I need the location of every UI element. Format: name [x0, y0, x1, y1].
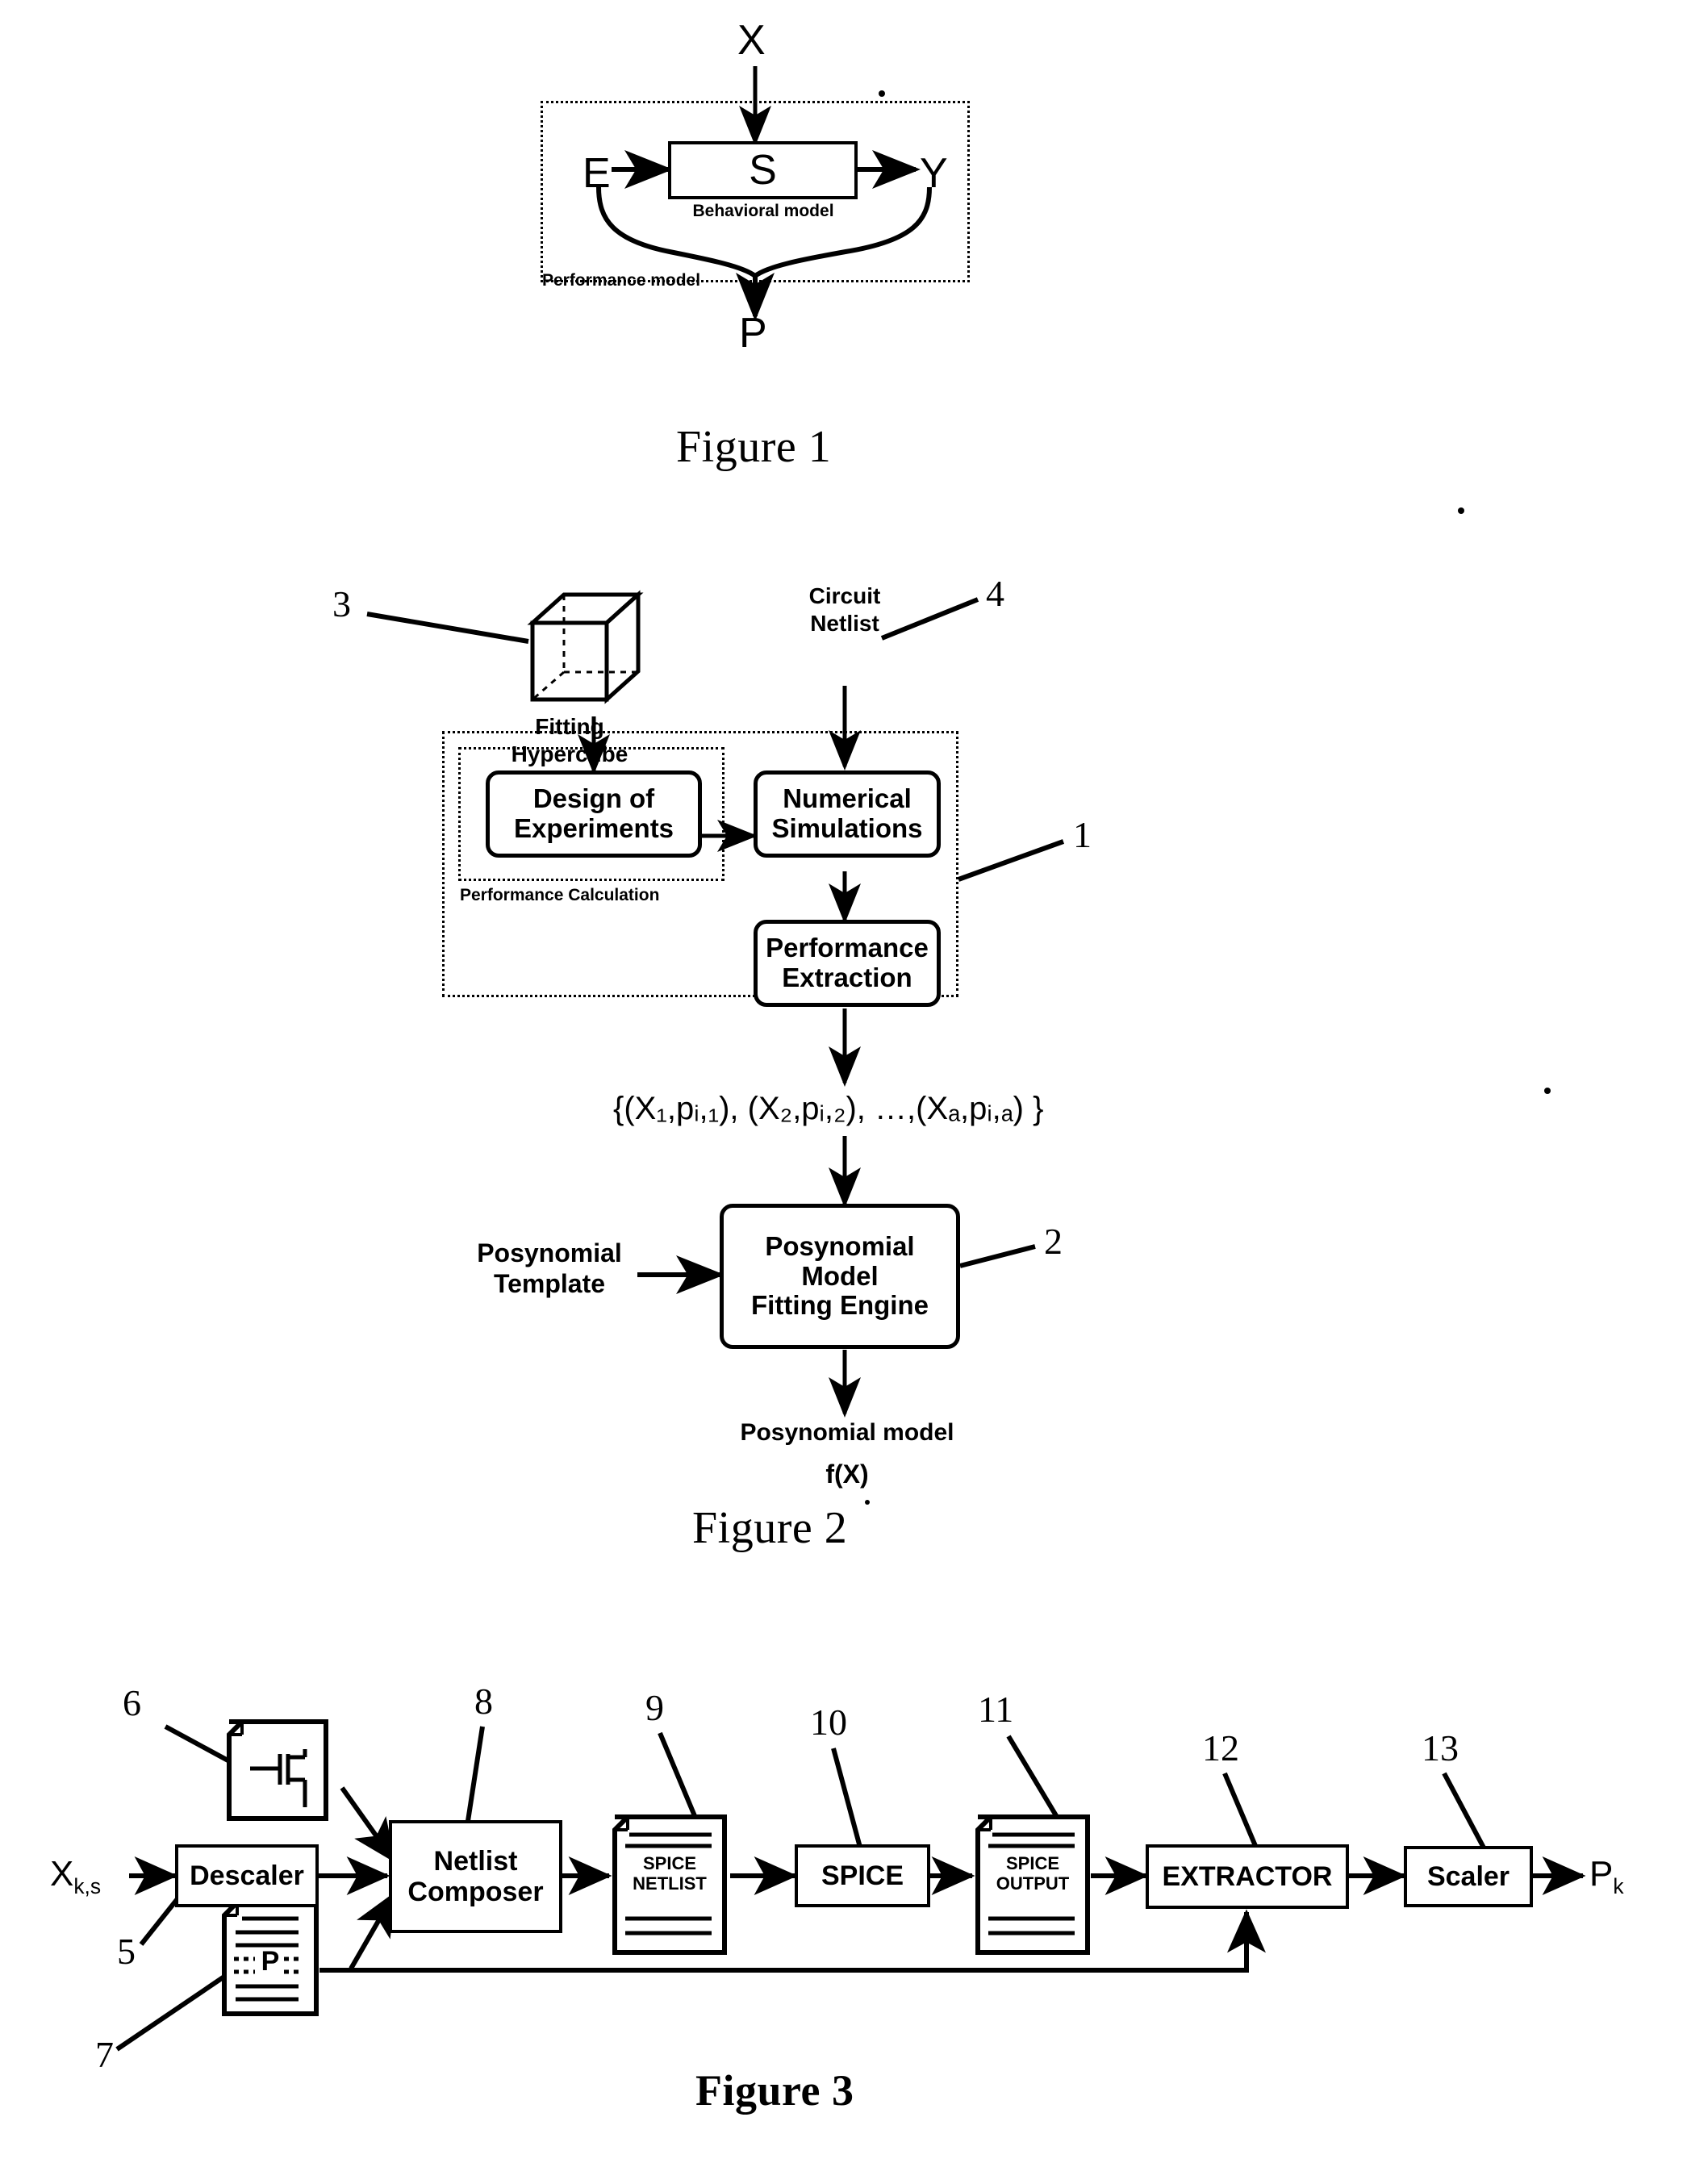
fig3-arrow-perfdoc-to-composer [349, 1891, 396, 1970]
fig3-ref-7: 7 [95, 2034, 114, 2075]
fitting-hypercube-icon [527, 590, 644, 704]
fig3-leader-13 [1442, 1772, 1487, 1851]
fig2-performance-calculation-label: Performance Calculation [460, 886, 660, 904]
fig3-leader-10 [831, 1748, 864, 1854]
fig2-numerical-simulations-block: Numerical Simulations [754, 770, 941, 858]
fig3-leader-8 [464, 1726, 485, 1832]
fig1-system-block: S [668, 141, 858, 199]
fig3-ref-10: 10 [810, 1702, 847, 1743]
fig1-behavioral-model-label: Behavioral model [692, 202, 834, 220]
fig3-extractor-block: EXTRACTOR [1146, 1844, 1349, 1909]
fig3-ref-8: 8 [474, 1681, 493, 1722]
fig2-caption: Figure 2 [692, 1503, 848, 1553]
fig2-output-function-label: f(X) [825, 1459, 869, 1489]
fig2-perfext-label: Performance Extraction [766, 933, 929, 992]
fig3-leader-7 [115, 1948, 264, 2052]
fig2-leader-3 [366, 612, 529, 644]
fig1-performance-model-label: Performance model [542, 271, 701, 290]
fig2-performance-extraction-block: Performance Extraction [754, 920, 941, 1007]
fig2-circuit-netlist-label: Circuit Netlist [808, 583, 881, 636]
fig3-caption: Figure 3 [695, 2066, 854, 2115]
fig2-ref-3: 3 [332, 583, 351, 624]
fig2-fitting-engine-label: Posynomial Model Fitting Engine [751, 1230, 929, 1321]
fig2-dataset-formula-text: {(X₁,pᵢ,₁), (X₂,pᵢ,₂), …,(Xₐ,pᵢ,ₐ) } [613, 1091, 1044, 1126]
fig3-spice-netlist-doc-label: SPICE NETLIST [633, 1853, 707, 1894]
fig3-spice-output-doc-label: SPICE OUTPUT [996, 1853, 1070, 1894]
fig3-performance-doc-p-label: P [261, 1946, 280, 1977]
patent-figure-sheet: S X E Y P Behavioral model Performance m… [0, 0, 1687, 2184]
fig1-system-block-label: S [749, 147, 777, 194]
fig3-ref-12: 12 [1202, 1727, 1239, 1768]
fig3-leader-6 [164, 1724, 253, 1776]
fig3-arrow-transistor-to-composer [340, 1786, 396, 1863]
fig2-ref-4: 4 [986, 573, 1004, 614]
fig3-netlist-composer-block: Netlist Composer [389, 1820, 562, 1933]
fig2-ref-1: 1 [1073, 814, 1092, 855]
fig3-ref-6: 6 [123, 1682, 141, 1723]
fig3-leader-9 [658, 1731, 706, 1839]
fig3-scaler-block: Scaler [1404, 1846, 1533, 1907]
fig1-output-y-label: Y [920, 150, 948, 197]
fig2-posynomial-template-label: Posynomial Template [477, 1238, 622, 1299]
fig2-design-of-experiments-block: Design of Experiments [486, 770, 702, 858]
fig2-leader-2 [959, 1244, 1036, 1268]
fig2-ref-2: 2 [1044, 1221, 1063, 1262]
fig3-descaler-label: Descaler [190, 1860, 304, 1891]
fig2-leader-1 [957, 839, 1065, 882]
fig3-scaler-label: Scaler [1426, 1860, 1510, 1892]
fig3-descaler-block: Descaler [175, 1844, 319, 1907]
fig3-input-variable-label: Xk,s [50, 1854, 101, 1899]
fig2-doe-label: Design of Experiments [513, 783, 674, 843]
fig1-input-x-label: X [737, 17, 766, 64]
fig3-input-variable-sub: k,s [73, 1873, 102, 1898]
fig2-dataset-formula: {(X₁,pᵢ,₁), (X₂,pᵢ,₂), …,(Xₐ,pᵢ,ₐ) } [613, 1091, 1043, 1127]
fig3-ref-5: 5 [117, 1931, 136, 1972]
fig1-caption: Figure 1 [676, 422, 832, 472]
fig3-spice-block: SPICE [795, 1844, 930, 1907]
fig3-extractor-label: EXTRACTOR [1162, 1860, 1333, 1892]
fig2-numsim-label: Numerical Simulations [771, 783, 923, 843]
fig3-spice-label: SPICE [821, 1860, 904, 1891]
fig1-input-e-label: E [583, 150, 611, 197]
fig3-leader-11 [1006, 1735, 1069, 1835]
fig3-output-variable-sub: k [1613, 1873, 1624, 1898]
fig1-output-p-label: P [739, 310, 767, 357]
fig2-output-label: Posynomial model [740, 1419, 954, 1446]
fig3-output-variable-base: P [1589, 1854, 1614, 1894]
transistor-schematic-document-icon [227, 1719, 328, 1821]
fig3-ref-9: 9 [645, 1687, 664, 1728]
fig3-output-variable-label: Pk [1589, 1854, 1624, 1899]
fig2-posynomial-fitting-engine-block: Posynomial Model Fitting Engine [720, 1204, 960, 1349]
fig3-ref-11: 11 [978, 1689, 1014, 1730]
fig3-ref-13: 13 [1422, 1727, 1459, 1768]
fig3-input-variable-base: X [50, 1854, 74, 1894]
fig3-netlist-composer-label: Netlist Composer [407, 1845, 544, 1907]
